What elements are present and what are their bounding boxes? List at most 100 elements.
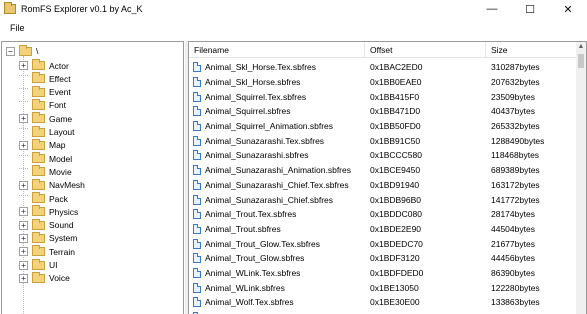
file-row[interactable]: Animal_Skl_Horse.Tex.sbfres 0x1BAC2ED0 310… <box>189 60 577 75</box>
tree-item[interactable]: + Map <box>19 138 66 152</box>
file-row[interactable]: Animal_Squirrel_Animation.sbfres 0x1BB50F… <box>189 119 577 134</box>
file-row[interactable]: Animal_Trout.Tex.sbfres 0x1BDDC080 28174by… <box>189 207 577 222</box>
file-name: Animal_Sunazarashi.sbfres <box>205 150 309 161</box>
vertical-scrollbar[interactable]: ▲ <box>576 42 586 314</box>
file-row[interactable]: Animal_Trout_Glow.sbfres 0x1BDF3120 44456b… <box>189 251 577 266</box>
file-list[interactable]: Filename Offset Size Animal_Skl_Horse.Te… <box>188 41 587 314</box>
file-row[interactable]: Animal_Trout.sbfres 0x1BDE2E90 44504bytes <box>189 222 577 237</box>
file-row[interactable]: Animal_WLink.sbfres 0x1BE13050 122280bytes <box>189 280 577 295</box>
expand-icon[interactable]: + <box>19 140 28 150</box>
file-name: Animal_Squirrel.sbfres <box>205 106 291 117</box>
folder-app-icon <box>4 2 16 14</box>
scroll-thumb[interactable] <box>578 54 584 68</box>
title-bar: RomFS Explorer v0.1 by Ac_K — ☐ ✕ <box>0 0 587 18</box>
tree-root-label: \ <box>36 46 39 56</box>
file-row[interactable]: Animal_Sunazarashi_Chief.sbfres 0x1BDB96B… <box>189 192 577 207</box>
tree-item-label: NavMesh <box>49 180 85 191</box>
minimize-button[interactable]: — <box>473 0 511 18</box>
expand-icon[interactable]: + <box>19 260 28 270</box>
tree-item[interactable]: Font <box>19 98 66 112</box>
file-name-cell: Animal_Sunazarashi_Animation.sbfres <box>189 165 365 176</box>
file-name: Animal_Wolf.Tex.sbfres <box>205 297 294 308</box>
tree-item[interactable]: + Actor <box>19 59 69 72</box>
expand-icon[interactable]: + <box>19 220 28 230</box>
file-offset: 0x1BB471D0 <box>370 106 421 117</box>
file-size: 310287bytes <box>491 62 540 73</box>
expand-icon[interactable]: + <box>19 114 28 124</box>
menu-file[interactable]: File <box>0 23 35 33</box>
tree-item-label: Voice <box>49 273 70 284</box>
column-header-size[interactable]: Size <box>486 42 577 58</box>
file-icon <box>193 209 201 220</box>
tree-root-node[interactable]: − \ <box>6 44 39 57</box>
expand-icon[interactable]: + <box>19 233 28 243</box>
file-icon <box>193 91 201 102</box>
tree-item-label: Movie <box>49 166 72 177</box>
folder-icon <box>32 218 45 230</box>
tree-item[interactable]: Movie <box>19 165 72 178</box>
tree-item[interactable]: Effect <box>19 72 71 85</box>
folder-icon <box>32 85 45 97</box>
folder-tree[interactable]: − \ + Actor Effect Event Font + Game Layout + Map… <box>1 41 184 314</box>
file-size: 689389bytes <box>491 165 540 176</box>
tree-item[interactable]: + Physics <box>19 205 78 218</box>
file-size: 40437bytes <box>491 106 535 117</box>
file-size: 265332bytes <box>491 121 540 132</box>
file-icon <box>193 77 201 88</box>
expand-icon[interactable]: + <box>19 180 28 190</box>
tree-item[interactable]: + NavMesh <box>19 178 85 192</box>
expand-icon[interactable]: + <box>19 247 28 257</box>
tree-item[interactable]: + Terrain <box>19 245 75 258</box>
folder-icon <box>32 178 45 190</box>
file-row[interactable]: Animal_Sunazarashi.Tex.sbfres 0x1BB91C50 1… <box>189 133 577 148</box>
file-name-cell: Animal_Squirrel.Tex.sbfres <box>189 91 365 102</box>
file-row[interactable]: Animal_Wolf.sbfres0x1BE518F0110244bytes <box>189 310 577 314</box>
file-size: 23509bytes <box>491 91 535 102</box>
file-row[interactable]: Animal_Squirrel.Tex.sbfres 0x1BB415F0 2350… <box>189 89 577 104</box>
file-name: Animal_Skl_Horse.Tex.sbfres <box>205 62 317 73</box>
file-name-cell: Animal_Trout.sbfres <box>189 223 365 234</box>
column-header-filename[interactable]: Filename <box>189 42 365 58</box>
file-name-cell: Animal_Squirrel_Animation.sbfres <box>189 121 365 132</box>
file-row[interactable]: Animal_Squirrel.sbfres 0x1BB471D0 40437byt… <box>189 104 577 119</box>
file-name: Animal_Sunazarashi.Tex.sbfres <box>205 135 325 146</box>
tree-item[interactable]: + Sound <box>19 218 74 232</box>
file-name: Animal_Trout.Tex.sbfres <box>205 209 297 220</box>
file-icon <box>193 62 201 73</box>
tree-item[interactable]: Layout <box>19 125 75 139</box>
tree-item[interactable]: Pack <box>19 192 68 205</box>
column-header-offset[interactable]: Offset <box>365 42 486 58</box>
scroll-up-icon[interactable]: ▲ <box>576 42 586 52</box>
folder-icon <box>32 72 45 84</box>
tree-item[interactable]: Model <box>19 152 72 165</box>
close-button[interactable]: ✕ <box>549 0 587 18</box>
file-row[interactable]: Animal_WLink.Tex.sbfres 0x1BDFDED0 86390by… <box>189 266 577 281</box>
file-row[interactable]: Animal_Trout_Glow.Tex.sbfres 0x1BDEDC70 21… <box>189 236 577 251</box>
file-icon <box>193 253 201 264</box>
file-icon <box>193 194 201 205</box>
collapse-icon[interactable]: − <box>6 46 15 56</box>
tree-item-label: Effect <box>49 73 71 84</box>
file-row[interactable]: Animal_Sunazarashi_Animation.sbfres 0x1BC… <box>189 163 577 178</box>
file-row[interactable]: Animal_Skl_Horse.sbfres 0x1BB0EAE0 207632b… <box>189 75 577 90</box>
file-name: Animal_Sunazarashi_Chief.Tex.sbfres <box>205 179 349 190</box>
tree-item[interactable]: Event <box>19 85 71 99</box>
file-row[interactable]: Animal_Wolf.Tex.sbfres 0x1BE30E00 133863by… <box>189 295 577 310</box>
file-icon <box>193 135 201 146</box>
tree-item[interactable]: + UI <box>19 258 58 272</box>
expand-icon[interactable]: + <box>19 273 28 283</box>
tree-item[interactable]: + System <box>19 231 77 245</box>
tree-item[interactable]: + Game <box>19 112 72 125</box>
file-offset: 0x1BCCC580 <box>370 150 422 161</box>
file-row[interactable]: Animal_Sunazarashi_Chief.Tex.sbfres 0x1BD… <box>189 178 577 193</box>
file-offset: 0x1BDEDC70 <box>370 238 423 249</box>
folder-icon <box>32 165 45 177</box>
file-name-cell: Animal_Sunazarashi.sbfres <box>189 150 365 161</box>
file-icon <box>193 238 201 249</box>
expand-icon[interactable]: + <box>19 207 28 217</box>
maximize-button[interactable]: ☐ <box>511 0 549 18</box>
tree-item[interactable]: + Voice <box>19 271 70 285</box>
file-offset: 0x1BB0EAE0 <box>370 77 422 88</box>
file-row[interactable]: Animal_Sunazarashi.sbfres 0x1BCCC580 11846… <box>189 148 577 163</box>
expand-icon[interactable]: + <box>19 61 28 70</box>
